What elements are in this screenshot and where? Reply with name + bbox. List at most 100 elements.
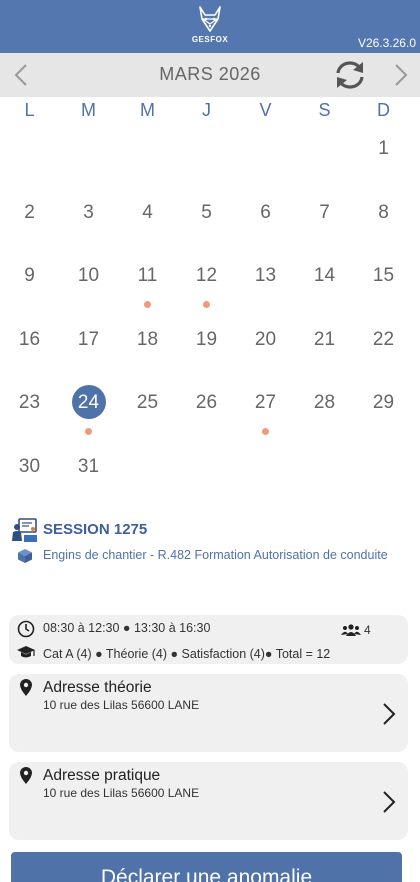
calendar-day-20[interactable]: 20 (236, 315, 295, 378)
day-number: 29 (372, 392, 395, 413)
weekday-label: L (24, 100, 35, 120)
day-number: 13 (254, 265, 277, 286)
calendar-day-24[interactable]: 24 (59, 378, 118, 441)
theory-address-line: 10 rue des Lilas 56600 LANE (43, 698, 200, 712)
calendar-day-13[interactable]: 13 (236, 251, 295, 314)
calendar-day-6[interactable]: 6 (236, 188, 295, 251)
calendar-day-26[interactable]: 26 (177, 378, 236, 441)
day-number: 22 (372, 328, 395, 350)
calendar-day-29[interactable]: 29 (354, 378, 413, 441)
next-month-button[interactable] (388, 63, 412, 87)
day-number: 10 (77, 265, 100, 286)
calendar-day-5[interactable]: 5 (177, 188, 236, 251)
calendar-day-11[interactable]: 11 (118, 251, 177, 314)
calendar-day-10[interactable]: 10 (59, 251, 118, 314)
calendar-day-15[interactable]: 15 (354, 251, 413, 314)
day-number: 17 (77, 328, 100, 350)
calendar-day-17[interactable]: 17 (59, 315, 118, 378)
weekday-label: D (377, 100, 390, 120)
calendar-day-14[interactable]: 14 (295, 251, 354, 314)
day-number: 21 (313, 328, 336, 350)
day-number: 30 (18, 455, 41, 477)
calendar-day-30[interactable]: 30 (0, 442, 59, 505)
day-number: 9 (24, 265, 35, 286)
day-number: 20 (254, 328, 277, 350)
calendar-day-3[interactable]: 3 (59, 188, 118, 251)
declare-anomaly-button[interactable]: Déclarer une anomalie (11, 852, 402, 882)
day-number: 7 (319, 201, 330, 223)
practice-address-title: Adresse pratique (43, 767, 161, 784)
day-number: 28 (313, 392, 336, 413)
calendar-day-4[interactable]: 4 (118, 188, 177, 251)
fox-logo-icon (199, 6, 221, 32)
weekday-label: M (81, 100, 96, 120)
calendar-day-27[interactable]: 27 (236, 378, 295, 441)
weekday-label: V (259, 100, 272, 120)
sync-icon (336, 61, 364, 89)
logo-text: GESFOX (191, 35, 229, 44)
day-number: 1 (378, 138, 389, 159)
day-number: 27 (254, 392, 277, 413)
clock-icon (17, 620, 35, 638)
day-number: 14 (313, 265, 336, 286)
calendar-day-2[interactable]: 2 (0, 188, 59, 251)
weekday-header: LMMJVSD (0, 100, 420, 124)
practice-address-card[interactable]: Adresse pratique 10 rue des Lilas 56600 … (9, 762, 408, 840)
theory-address-card[interactable]: Adresse théorie 10 rue des Lilas 56600 L… (9, 674, 408, 752)
day-number: 5 (201, 201, 212, 223)
cube-icon (18, 549, 32, 563)
day-number: 31 (77, 455, 100, 477)
day-number: 26 (195, 392, 218, 413)
event-dot (85, 428, 92, 435)
group-icon (341, 624, 361, 636)
calendar-day-8[interactable]: 8 (354, 188, 413, 251)
location-pin-icon (20, 767, 32, 784)
calendar-day-28[interactable]: 28 (295, 378, 354, 441)
calendar-day-12[interactable]: 12 (177, 251, 236, 314)
day-number: 24 (77, 392, 100, 413)
day-number: 3 (83, 201, 94, 223)
graduation-cap-icon (17, 646, 35, 658)
session-times: 08:30 à 12:30 ● 13:30 à 16:30 (43, 621, 211, 635)
day-number: 16 (18, 328, 41, 350)
day-number: 25 (136, 392, 159, 413)
event-dot (262, 428, 269, 435)
chevron-right-icon (383, 791, 396, 813)
session-title: SESSION 1275 (43, 521, 148, 538)
session-board-icon (12, 518, 37, 542)
calendar-day-9[interactable]: 9 (0, 251, 59, 314)
calendar-day-16[interactable]: 16 (0, 315, 59, 378)
day-number: 12 (195, 265, 218, 286)
calendar-day-22[interactable]: 22 (354, 315, 413, 378)
day-number: 2 (24, 201, 35, 223)
calendar-day-7[interactable]: 7 (295, 188, 354, 251)
calendar-day-19[interactable]: 19 (177, 315, 236, 378)
day-number: 19 (195, 328, 218, 350)
app-version: V26.3.26.0 (357, 36, 416, 50)
participants-count: 4 (364, 623, 371, 637)
calendar-day-21[interactable]: 21 (295, 315, 354, 378)
theory-address-title: Adresse théorie (43, 679, 152, 696)
practice-address-line: 10 rue des Lilas 56600 LANE (43, 786, 200, 800)
course-title: Engins de chantier - R.482 Formation Aut… (43, 548, 388, 562)
day-number: 4 (142, 201, 153, 223)
location-pin-icon (20, 679, 32, 696)
weekday-label: J (202, 100, 211, 120)
day-number: 23 (18, 392, 41, 413)
calendar-day-18[interactable]: 18 (118, 315, 177, 378)
calendar-day-1[interactable]: 1 (354, 124, 413, 187)
event-dot (144, 301, 151, 308)
month-bar: MARS 2026 (0, 53, 420, 97)
category-summary: Cat A (4) ● Théorie (4) ● Satisfaction (… (43, 647, 331, 661)
day-number: 8 (378, 201, 389, 223)
sync-button[interactable] (332, 59, 368, 91)
top-bar: GESFOX V26.3.26.0 (0, 0, 420, 53)
calendar-day-23[interactable]: 23 (0, 378, 59, 441)
day-number: 6 (260, 201, 271, 223)
day-number: 18 (136, 328, 159, 350)
calendar-day-25[interactable]: 25 (118, 378, 177, 441)
chevron-right-icon (395, 64, 408, 86)
day-number: 15 (372, 265, 395, 286)
calendar-day-31[interactable]: 31 (59, 442, 118, 505)
weekday-label: M (140, 100, 155, 120)
